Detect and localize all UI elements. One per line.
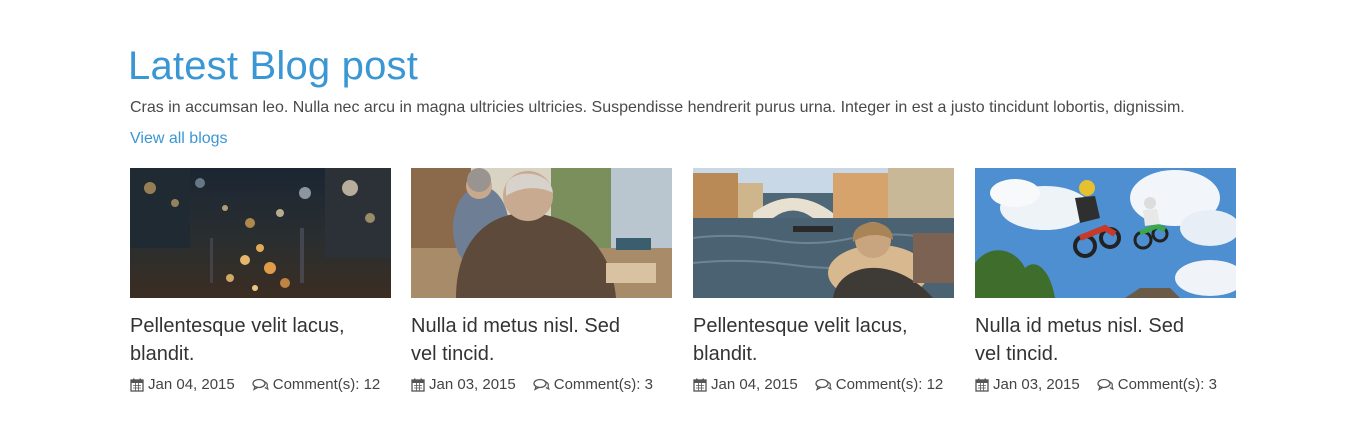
section-description: Cras in accumsan leo. Nulla nec arcu in … [130, 99, 1185, 116]
comments-icon [1097, 378, 1114, 391]
blog-card: Pellentesque velit lacus, blandit. Jan 0… [693, 168, 955, 393]
post-date: Jan 03, 2015 [429, 376, 516, 393]
post-comments: Comment(s): 12 [272, 376, 381, 393]
calendar-icon [975, 378, 989, 392]
blog-thumbnail-city-night[interactable] [130, 168, 391, 298]
blog-thumbnail-venice[interactable] [693, 168, 954, 298]
blog-card: Nulla id metus nisl. Sed vel tincid. Jan… [975, 168, 1237, 393]
post-comments: Comment(s): 3 [1117, 376, 1217, 393]
post-date: Jan 04, 2015 [148, 376, 235, 393]
post-comments: Comment(s): 3 [553, 376, 653, 393]
post-comments: Comment(s): 12 [835, 376, 944, 393]
blog-card: Nulla id metus nisl. Sed vel tincid. Jan… [411, 168, 673, 393]
view-all-blogs-link[interactable]: View all blogs [130, 130, 228, 148]
blog-post-meta: Jan 03, 2015 Comment(s): 3 [411, 376, 673, 393]
blog-post-meta: Jan 04, 2015 Comment(s): 12 [693, 376, 955, 393]
blog-post-title[interactable]: Pellentesque velit lacus, blandit. [693, 315, 908, 365]
blog-thumbnail-motocross[interactable] [975, 168, 1236, 298]
blog-card: Pellentesque velit lacus, blandit. Jan 0… [130, 168, 392, 393]
calendar-icon [693, 378, 707, 392]
calendar-icon [130, 378, 144, 392]
comments-icon [815, 378, 832, 391]
blog-post-meta: Jan 04, 2015 Comment(s): 12 [130, 376, 392, 393]
comments-icon [533, 378, 550, 391]
blog-post-title[interactable]: Nulla id metus nisl. Sed vel tincid. [411, 315, 620, 365]
blog-thumbnail-cafe[interactable] [411, 168, 672, 298]
calendar-icon [411, 378, 425, 392]
post-date: Jan 04, 2015 [711, 376, 798, 393]
post-date: Jan 03, 2015 [993, 376, 1080, 393]
blog-post-meta: Jan 03, 2015 Comment(s): 3 [975, 376, 1237, 393]
blog-post-title[interactable]: Nulla id metus nisl. Sed vel tincid. [975, 315, 1184, 365]
comments-icon [252, 378, 269, 391]
section-title: Latest Blog post [128, 44, 419, 88]
blog-post-title[interactable]: Pellentesque velit lacus, blandit. [130, 315, 345, 365]
